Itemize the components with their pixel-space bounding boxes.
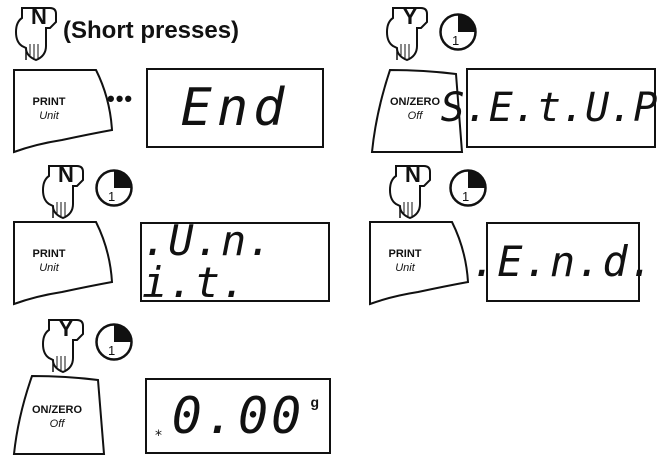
pointing-hand-icon: N	[39, 160, 87, 220]
button-sublabel: Unit	[395, 262, 415, 274]
button-sublabel: Off	[49, 418, 65, 430]
lcd-display-unit: .U.n. i.t.	[140, 216, 330, 307]
button-sublabel: Unit	[39, 110, 59, 122]
key-letter: N	[58, 162, 74, 187]
button-sublabel: Off	[407, 110, 423, 122]
timer-seconds: 1	[108, 343, 116, 358]
lcd-display-end: End	[146, 68, 324, 148]
button-label: ON/ZERO	[389, 96, 441, 108]
key-letter: N	[31, 4, 47, 29]
timer-icon: 1	[438, 12, 478, 52]
short-presses-caption: (Short presses)	[63, 17, 240, 44]
display-text: .E.n.d.	[471, 237, 656, 286]
lcd-display-zero: * 0.00 g	[145, 378, 331, 454]
timer-seconds: 1	[108, 189, 116, 204]
print-unit-button[interactable]: PRINT Unit	[12, 220, 128, 306]
lcd-display-end-confirm: .E.n.d.	[471, 222, 654, 302]
timer-seconds: 1	[452, 33, 460, 48]
button-label: PRINT	[32, 96, 66, 108]
asterisk-icon: *	[155, 428, 162, 444]
key-letter: Y	[402, 4, 418, 29]
key-letter: N	[405, 162, 421, 187]
button-label: PRINT	[32, 248, 66, 260]
button-sublabel: Unit	[39, 262, 59, 274]
timer-seconds: 1	[462, 189, 470, 204]
display-text: 0.00	[171, 387, 305, 445]
display-text: S.E.t.U.P.	[440, 85, 662, 131]
print-unit-button[interactable]: PRINT Unit	[368, 220, 484, 306]
key-letter: Y	[58, 316, 74, 341]
ellipsis: •••	[107, 86, 134, 111]
unit-label: g	[310, 394, 319, 410]
pointing-hand-icon: N	[386, 160, 434, 220]
timer-icon: 1	[448, 168, 488, 208]
button-label: PRINT	[388, 248, 422, 260]
lcd-display-setup: S.E.t.U.P.	[441, 68, 662, 148]
display-text: End	[180, 78, 290, 138]
display-text: .U.n. i.t.	[142, 216, 274, 307]
pointing-hand-icon: Y	[383, 2, 431, 62]
pointing-hand-icon: N	[12, 2, 60, 62]
timer-icon: 1	[94, 322, 134, 362]
button-label: ON/ZERO	[31, 404, 83, 416]
pointing-hand-icon: Y	[39, 314, 87, 374]
timer-icon: 1	[94, 168, 134, 208]
on-zero-button[interactable]: ON/ZERO Off	[12, 374, 108, 456]
